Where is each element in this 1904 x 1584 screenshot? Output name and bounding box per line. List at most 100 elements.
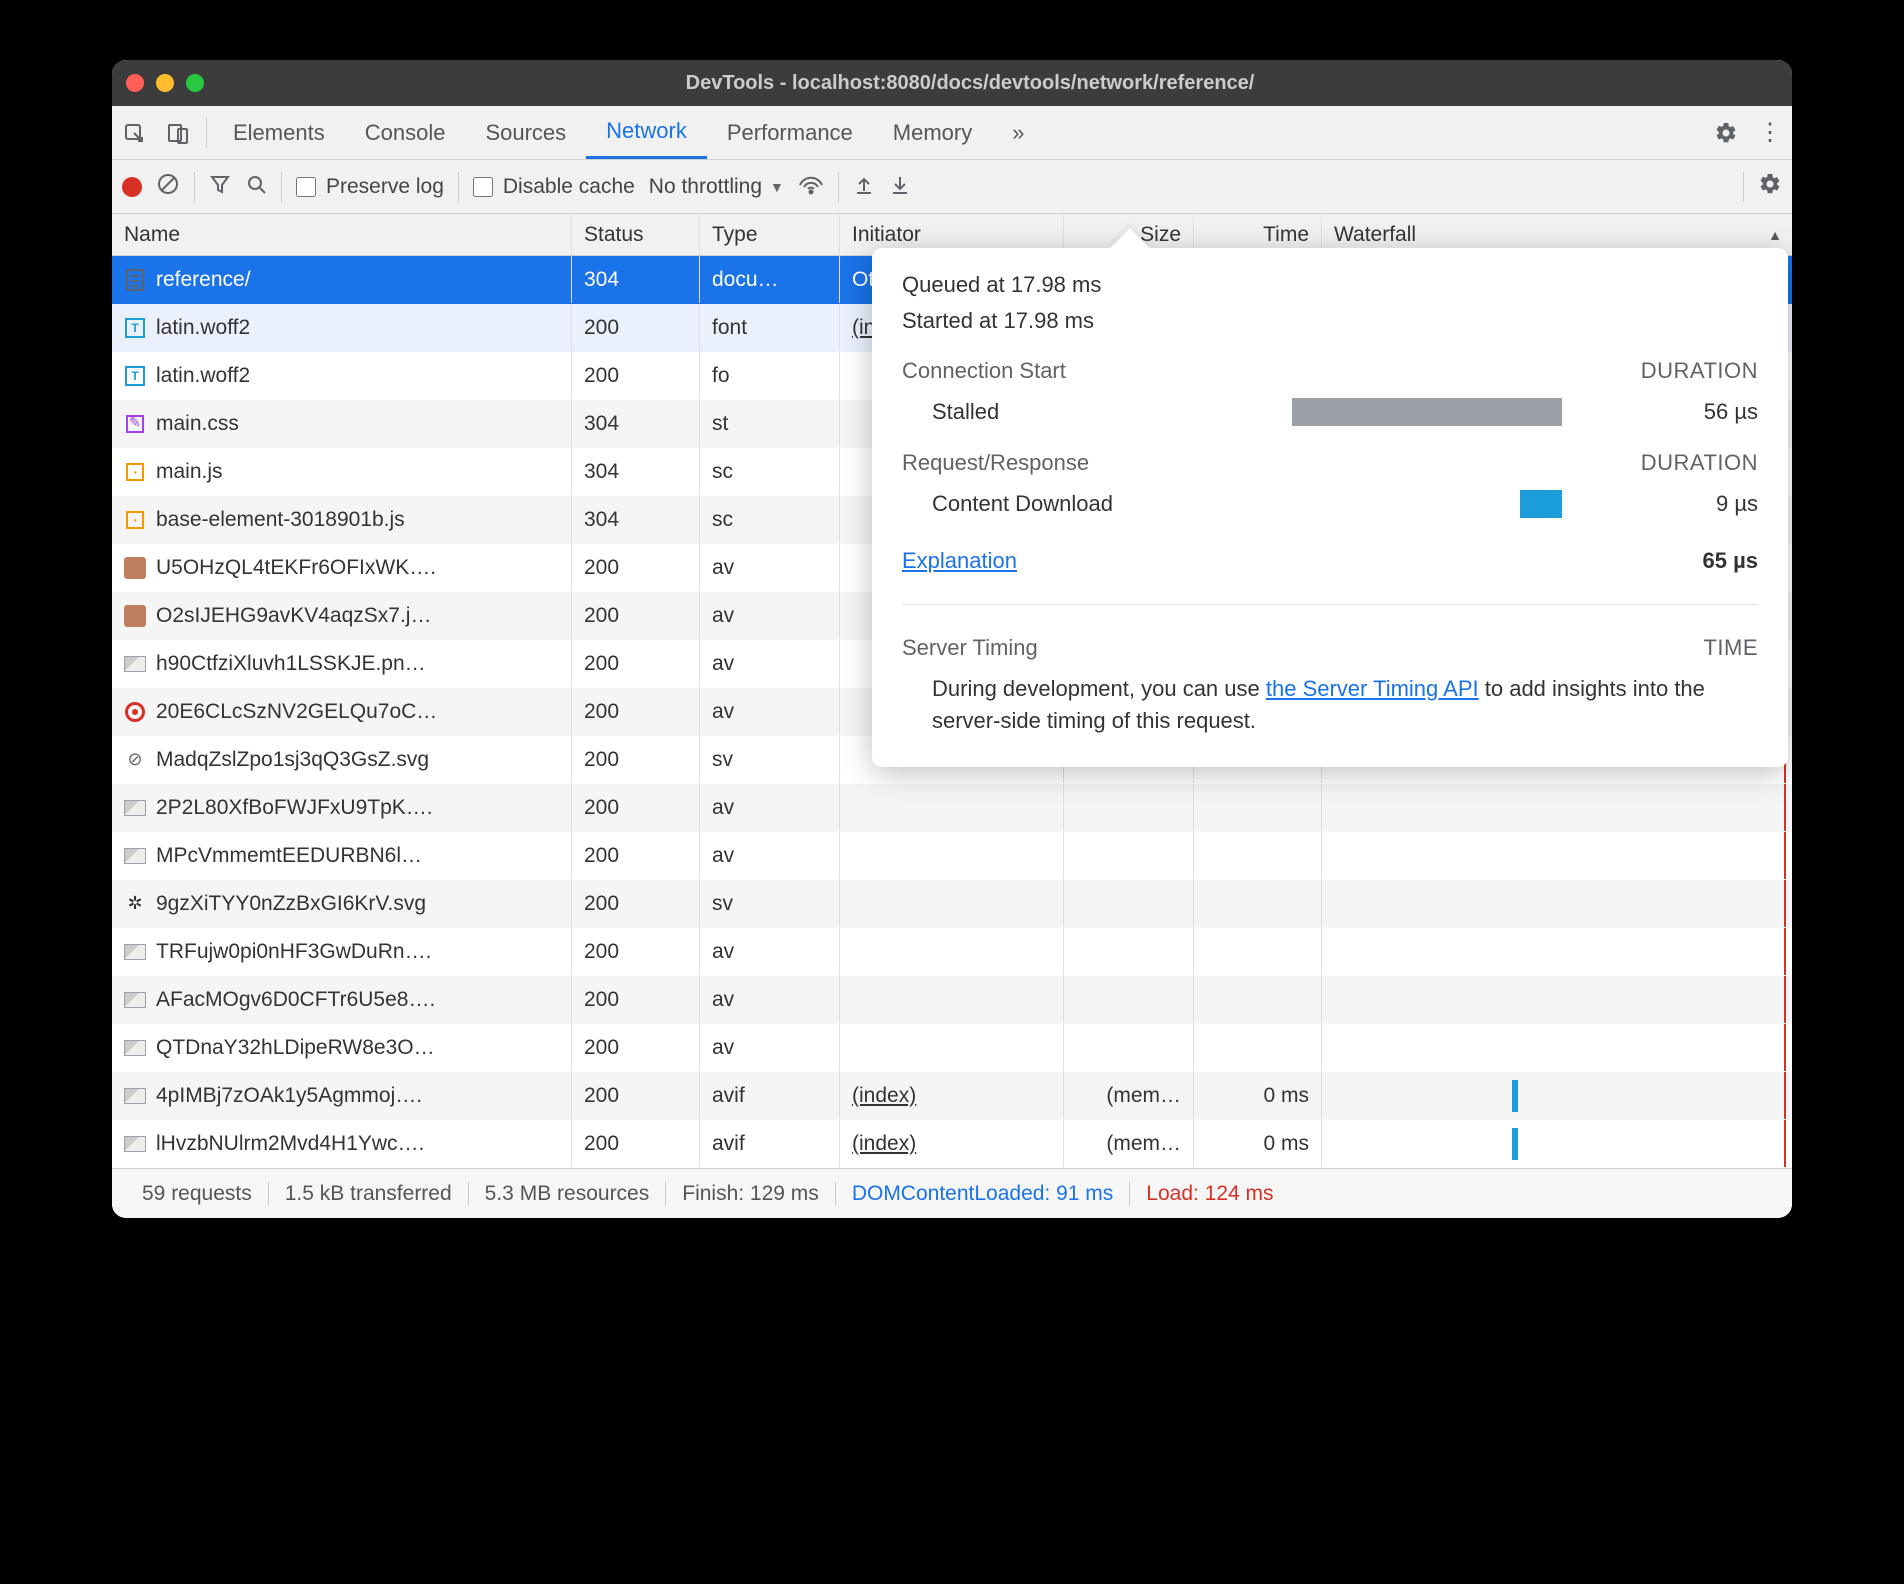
request-type: avif [700, 1120, 840, 1167]
maximize-window-button[interactable] [186, 74, 204, 92]
request-size: (mem… [1064, 1072, 1194, 1119]
tab-memory[interactable]: Memory [873, 106, 992, 159]
more-tabs-button[interactable]: » [992, 106, 1044, 159]
request-status: 200 [572, 304, 700, 351]
request-name: MadqZslZpo1sj3qQ3GsZ.svg [156, 748, 429, 772]
kebab-menu-icon[interactable]: ⋮ [1748, 111, 1792, 155]
request-type: st [700, 400, 840, 447]
request-name: main.js [156, 460, 223, 484]
tab-sources[interactable]: Sources [465, 106, 586, 159]
request-type: sc [700, 496, 840, 543]
table-row[interactable]: 4pIMBj7zOAk1y5Agmmoj….200avif(index)(mem… [112, 1072, 1792, 1120]
total-duration: 65 µs [1703, 548, 1759, 574]
request-initiator[interactable]: (index) [840, 1120, 1064, 1167]
network-settings-icon[interactable] [1758, 172, 1782, 202]
request-name: 9gzXiTYY0nZzBxGI6KrV.svg [156, 892, 426, 916]
column-name[interactable]: Name [112, 214, 572, 255]
request-size: (mem… [1064, 1120, 1194, 1167]
request-type: av [700, 640, 840, 687]
filter-icon[interactable] [209, 173, 231, 201]
request-status: 200 [572, 784, 700, 831]
request-name: reference/ [156, 268, 251, 292]
request-type: av [700, 928, 840, 975]
request-waterfall [1322, 880, 1792, 927]
request-type: av [700, 688, 840, 735]
request-type: av [700, 784, 840, 831]
panel-tabs: Elements Console Sources Network Perform… [112, 106, 1792, 160]
request-size [1064, 976, 1194, 1023]
throttling-select[interactable]: No throttling ▼ [649, 175, 784, 199]
request-waterfall [1322, 976, 1792, 1023]
request-initiator [840, 976, 1064, 1023]
explanation-link[interactable]: Explanation [902, 548, 1017, 574]
request-status: 200 [572, 544, 700, 591]
disable-cache-checkbox[interactable]: Disable cache [473, 175, 635, 199]
request-waterfall [1322, 832, 1792, 879]
request-initiator [840, 784, 1064, 831]
request-time [1194, 832, 1322, 879]
request-status: 200 [572, 352, 700, 399]
request-name: 4pIMBj7zOAk1y5Agmmoj…. [156, 1084, 422, 1108]
request-initiator[interactable]: (index) [840, 1072, 1064, 1119]
tab-performance[interactable]: Performance [707, 106, 873, 159]
requests-count: 59 requests [126, 1182, 269, 1206]
transferred-size: 1.5 kB transferred [269, 1182, 469, 1206]
request-name: U5OHzQL4tEKFr6OFIxWK…. [156, 556, 436, 580]
table-row[interactable]: AFacMOgv6D0CFTr6U5e8….200av [112, 976, 1792, 1024]
request-response-label: Request/Response [902, 450, 1089, 476]
search-icon[interactable] [245, 173, 267, 201]
column-type[interactable]: Type [700, 214, 840, 255]
request-status: 200 [572, 592, 700, 639]
table-row[interactable]: 2P2L80XfBoFWJFxU9TpK…. 200av [112, 784, 1792, 832]
request-type: sv [700, 880, 840, 927]
request-initiator [840, 832, 1064, 879]
table-row[interactable]: TRFujw0pi0nHF3GwDuRn….200av [112, 928, 1792, 976]
table-row[interactable]: QTDnaY32hLDipeRW8e3O…200av [112, 1024, 1792, 1072]
close-window-button[interactable] [126, 74, 144, 92]
network-toolbar: Preserve log Disable cache No throttling… [112, 160, 1792, 214]
stalled-bar [1292, 398, 1562, 426]
request-size [1064, 832, 1194, 879]
request-waterfall [1322, 1120, 1792, 1167]
request-type: sc [700, 448, 840, 495]
request-type: av [700, 832, 840, 879]
server-timing-api-link[interactable]: the Server Timing API [1266, 676, 1479, 701]
request-status: 200 [572, 832, 700, 879]
request-status: 304 [572, 256, 700, 303]
request-status: 200 [572, 1072, 700, 1119]
request-time [1194, 1024, 1322, 1071]
tab-console[interactable]: Console [345, 106, 466, 159]
request-time [1194, 880, 1322, 927]
table-row[interactable]: ✲9gzXiTYY0nZzBxGI6KrV.svg200sv [112, 880, 1792, 928]
settings-icon[interactable] [1704, 111, 1748, 155]
column-status[interactable]: Status [572, 214, 700, 255]
request-status: 200 [572, 1120, 700, 1167]
minimize-window-button[interactable] [156, 74, 174, 92]
preserve-log-checkbox[interactable]: Preserve log [296, 175, 444, 199]
device-toggle-icon[interactable] [156, 111, 200, 155]
table-row[interactable]: MPcVmmemtEEDURBN6l… 200av [112, 832, 1792, 880]
request-name: MPcVmmemtEEDURBN6l… [156, 844, 422, 868]
timing-popover: Queued at 17.98 ms Started at 17.98 ms C… [872, 248, 1788, 767]
record-button[interactable] [122, 177, 142, 197]
request-time [1194, 928, 1322, 975]
tab-network[interactable]: Network [586, 106, 707, 159]
request-name: TRFujw0pi0nHF3GwDuRn…. [156, 940, 431, 964]
request-name: main.css [156, 412, 239, 436]
resources-size: 5.3 MB resources [469, 1182, 667, 1206]
load-time: Load: 124 ms [1130, 1182, 1289, 1206]
stalled-label: Stalled [902, 399, 1292, 425]
inspect-element-icon[interactable] [112, 111, 156, 155]
request-type: av [700, 1024, 840, 1071]
request-initiator [840, 928, 1064, 975]
download-har-icon[interactable] [889, 173, 911, 201]
network-conditions-icon[interactable] [798, 173, 824, 201]
request-name: 2P2L80XfBoFWJFxU9TpK…. [156, 796, 433, 820]
tab-elements[interactable]: Elements [213, 106, 345, 159]
clear-button[interactable] [156, 172, 180, 202]
content-download-bar [1520, 490, 1562, 518]
table-row[interactable]: lHvzbNUlrm2Mvd4H1Ywc….200avif(index)(mem… [112, 1120, 1792, 1168]
upload-har-icon[interactable] [853, 173, 875, 201]
request-name: h90CtfziXluvh1LSSKJE.pn… [156, 652, 426, 676]
request-status: 200 [572, 1024, 700, 1071]
